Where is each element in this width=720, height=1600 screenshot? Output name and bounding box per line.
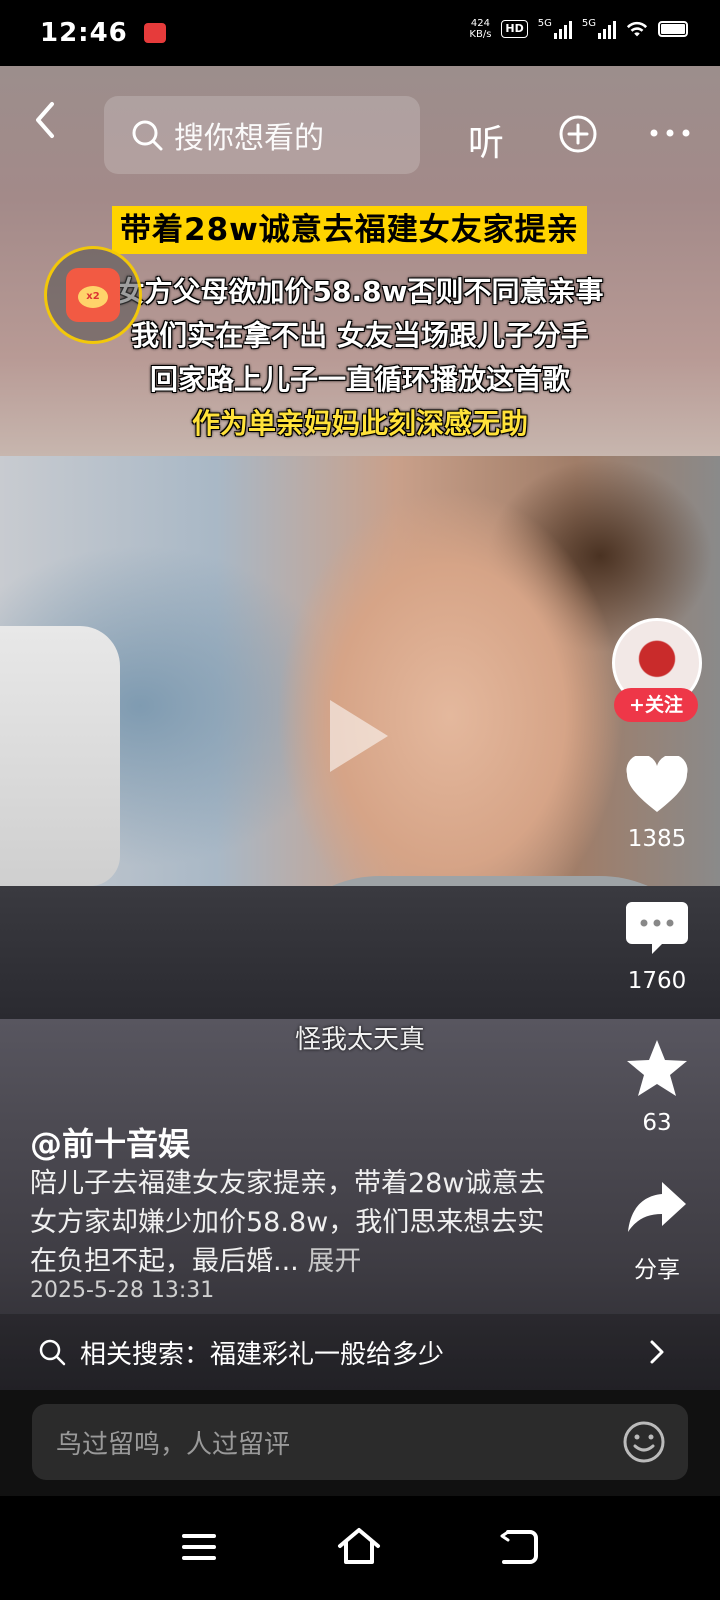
star-icon[interactable] [624,1038,690,1098]
video-subtitle: 怪我太天真 [294,1025,425,1055]
back-arrow-icon[interactable] [28,98,64,142]
overlay-line-3: 回家路上儿子一直循环播放这首歌 [149,363,570,396]
listen-button[interactable]: 听 [468,114,504,166]
expand-link[interactable]: 展开 [307,1246,361,1277]
heart-icon[interactable] [624,756,690,816]
favorite-count: 63 [642,1110,672,1136]
red-envelope-icon: x2 [66,268,120,322]
plus-circle-icon[interactable] [558,114,598,154]
return-icon[interactable] [496,1526,542,1568]
red-packet-widget[interactable]: x2 [44,246,142,344]
sim1-label: 5G [537,18,552,29]
search-box[interactable]: 搜你想看的 [104,96,420,174]
status-bar: 12:46 424 KB/s HD 5G 5G [0,0,720,66]
related-search-bar[interactable]: 相关搜索：福建彩礼一般给多少 [0,1314,720,1390]
author-name[interactable]: @前十音娱 [30,1119,190,1165]
system-nav-bar [0,1496,720,1600]
comment-bar: 鸟过留鸣，人过留评 [0,1390,720,1496]
chevron-right-icon [650,1340,664,1364]
video-headline: 带着28w诚意去福建女友家提亲 [112,206,587,254]
comment-input[interactable]: 鸟过留鸣，人过留评 [32,1404,688,1480]
video-player[interactable]: 搜你想看的 听 带着28w诚意去福建女友家提亲 女方父母欲加价58.8w否则不同… [0,66,720,1390]
comment-placeholder: 鸟过留鸣，人过留评 [56,1429,291,1460]
share-label: 分享 [634,1257,680,1283]
network-speed-value: 424 [470,18,490,29]
post-date: 2025-5-28 13:31 [30,1278,215,1303]
network-speed: 424 KB/s [469,18,491,40]
like-count: 1385 [627,826,687,852]
more-dots-icon[interactable] [648,126,692,140]
follow-button[interactable]: +关注 [614,688,698,722]
share-arrow-icon[interactable] [624,1178,690,1238]
sim2-label: 5G [581,18,596,29]
status-indicators: 424 KB/s HD 5G 5G [469,18,688,40]
signal-icon-2: 5G [582,19,616,39]
hd-badge: HD [501,20,528,38]
red-packet-badge: x2 [78,286,108,308]
comment-count: 1760 [627,968,687,994]
home-icon[interactable] [336,1526,382,1568]
search-icon [39,1339,66,1366]
top-nav: 搜你想看的 听 [0,84,720,174]
overlay-highlight-line: 作为单亲妈妈此刻深感无助 [191,407,528,440]
wifi-icon [626,21,648,37]
signal-icon-1: 5G [538,19,572,39]
description-text: 陪儿子去福建女友家提亲，带着28w诚意去女方家却嫌少加价58.8w，我们思来想去… [30,1168,546,1277]
parked-car [0,626,120,886]
comment-bubble-icon[interactable] [624,898,690,958]
car-seat [0,886,720,1019]
search-icon [132,120,163,151]
search-placeholder: 搜你想看的 [174,121,324,156]
notification-app-icon [143,23,166,43]
battery-icon [658,21,688,37]
menu-icon[interactable] [176,1526,222,1568]
play-icon[interactable] [326,696,392,776]
network-speed-unit: KB/s [469,29,492,40]
status-time: 12:46 [40,18,128,48]
smiley-icon[interactable] [622,1420,666,1464]
post-description[interactable]: 陪儿子去福建女友家提亲，带着28w诚意去女方家却嫌少加价58.8w，我们思来想去… [30,1164,550,1281]
related-search-label: 相关搜索：福建彩礼一般给多少 [80,1339,445,1370]
